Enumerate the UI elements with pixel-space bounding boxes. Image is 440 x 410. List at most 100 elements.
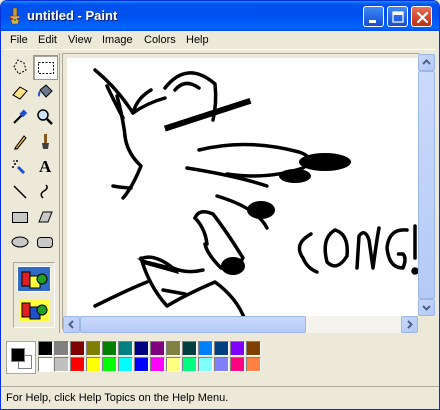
palette-swatch[interactable] bbox=[38, 357, 53, 372]
maximize-icon bbox=[392, 11, 404, 23]
line-tool[interactable] bbox=[8, 180, 33, 205]
select-tool[interactable] bbox=[33, 55, 58, 80]
text-tool[interactable]: A bbox=[33, 155, 58, 180]
menu-help[interactable]: Help bbox=[186, 33, 209, 48]
palette-swatch[interactable] bbox=[230, 341, 245, 356]
chevron-left-icon bbox=[68, 320, 74, 329]
palette-swatch[interactable] bbox=[86, 357, 101, 372]
horizontal-scrollbar[interactable] bbox=[63, 316, 418, 333]
palette-swatch[interactable] bbox=[70, 341, 85, 356]
magnifier-icon bbox=[37, 109, 53, 125]
pencil-tool[interactable] bbox=[8, 130, 33, 155]
pick-color-tool[interactable] bbox=[8, 105, 33, 130]
palette-swatch[interactable] bbox=[102, 341, 117, 356]
transparent-selection-icon bbox=[20, 300, 50, 322]
title-bar[interactable]: untitled - Paint bbox=[1, 1, 439, 31]
minimize-icon bbox=[369, 20, 376, 23]
eraser-tool[interactable] bbox=[8, 80, 33, 105]
palette-swatch[interactable] bbox=[150, 357, 165, 372]
palette-swatch[interactable] bbox=[150, 341, 165, 356]
scrollbar-corner bbox=[418, 316, 435, 333]
minimize-button[interactable] bbox=[363, 6, 384, 27]
close-button[interactable] bbox=[411, 6, 432, 27]
palette-swatch[interactable] bbox=[102, 357, 117, 372]
scroll-left-button[interactable] bbox=[63, 316, 80, 333]
opaque-selection-option[interactable] bbox=[17, 266, 51, 292]
fill-bucket-tool[interactable] bbox=[33, 80, 58, 105]
curve-tool[interactable] bbox=[33, 180, 58, 205]
palette-swatch[interactable] bbox=[70, 357, 85, 372]
palette-swatch[interactable] bbox=[166, 341, 181, 356]
status-bar: For Help, click Help Topics on the Help … bbox=[1, 386, 439, 409]
free-form-select-icon bbox=[13, 59, 27, 75]
palette-swatch[interactable] bbox=[166, 357, 181, 372]
toolbox: A bbox=[4, 53, 60, 333]
paint-app-icon[interactable] bbox=[6, 7, 24, 25]
brush-tool[interactable] bbox=[33, 130, 58, 155]
palette-swatch[interactable] bbox=[54, 341, 69, 356]
palette-swatch[interactable] bbox=[230, 357, 245, 372]
fill-bucket-icon bbox=[38, 84, 53, 98]
palette-swatch[interactable] bbox=[118, 357, 133, 372]
palette-swatch[interactable] bbox=[182, 357, 197, 372]
paint-window: untitled - Paint File Edit View Image Co… bbox=[0, 0, 440, 410]
palette-swatch[interactable] bbox=[38, 341, 53, 356]
rounded-rectangle-tool[interactable] bbox=[33, 230, 58, 255]
text-icon: A bbox=[39, 157, 52, 176]
airbrush-icon bbox=[12, 160, 26, 175]
menu-bar: File Edit View Image Colors Help bbox=[4, 31, 436, 50]
canvas-drawing bbox=[93, 68, 419, 320]
ellipse-icon bbox=[11, 236, 29, 248]
menu-view[interactable]: View bbox=[68, 33, 92, 48]
current-colors-indicator[interactable] bbox=[6, 341, 36, 374]
status-text: For Help, click Help Topics on the Help … bbox=[6, 392, 229, 404]
ellipse-tool[interactable] bbox=[8, 230, 33, 255]
free-form-select-tool[interactable] bbox=[8, 55, 33, 80]
select-icon bbox=[38, 62, 54, 74]
vertical-scrollbar[interactable] bbox=[418, 54, 435, 316]
canvas-frame bbox=[62, 53, 420, 330]
brush-icon bbox=[42, 134, 49, 149]
palette-swatch[interactable] bbox=[54, 357, 69, 372]
drawing-canvas[interactable] bbox=[67, 58, 419, 320]
menu-file[interactable]: File bbox=[10, 33, 28, 48]
palette-swatch[interactable] bbox=[86, 341, 101, 356]
transparent-selection-option[interactable] bbox=[17, 297, 51, 323]
palette-swatch[interactable] bbox=[134, 341, 149, 356]
maximize-button[interactable] bbox=[387, 6, 408, 27]
palette-swatch[interactable] bbox=[182, 341, 197, 356]
palette-swatch[interactable] bbox=[214, 341, 229, 356]
tool-options-panel bbox=[13, 262, 55, 328]
palette-swatch[interactable] bbox=[214, 357, 229, 372]
chevron-down-icon bbox=[422, 305, 431, 311]
vertical-scroll-thumb[interactable] bbox=[418, 71, 435, 299]
pencil-icon bbox=[14, 135, 27, 150]
polygon-tool[interactable] bbox=[33, 205, 58, 230]
curve-icon bbox=[40, 184, 48, 199]
airbrush-tool[interactable] bbox=[8, 155, 33, 180]
rectangle-icon bbox=[12, 212, 28, 223]
pick-color-icon bbox=[13, 109, 28, 124]
menu-edit[interactable]: Edit bbox=[38, 33, 57, 48]
chevron-up-icon bbox=[422, 59, 431, 65]
palette-swatch[interactable] bbox=[198, 357, 213, 372]
menu-colors[interactable]: Colors bbox=[144, 33, 176, 48]
foreground-color-swatch bbox=[11, 348, 25, 362]
palette-swatch[interactable] bbox=[198, 341, 213, 356]
menu-image[interactable]: Image bbox=[102, 33, 133, 48]
horizontal-scroll-thumb[interactable] bbox=[80, 316, 306, 333]
scroll-right-button[interactable] bbox=[401, 316, 418, 333]
polygon-icon bbox=[38, 211, 53, 223]
palette-swatch[interactable] bbox=[118, 341, 133, 356]
scroll-up-button[interactable] bbox=[418, 54, 435, 71]
palette-swatch[interactable] bbox=[246, 341, 261, 356]
palette-swatch[interactable] bbox=[246, 357, 261, 372]
rectangle-tool[interactable] bbox=[8, 205, 33, 230]
window-title: untitled - Paint bbox=[27, 8, 118, 23]
eraser-icon bbox=[12, 86, 28, 100]
palette-swatch[interactable] bbox=[134, 357, 149, 372]
scroll-down-button[interactable] bbox=[418, 299, 435, 316]
line-icon bbox=[13, 185, 27, 199]
magnifier-tool[interactable] bbox=[33, 105, 58, 130]
close-icon bbox=[416, 11, 429, 24]
